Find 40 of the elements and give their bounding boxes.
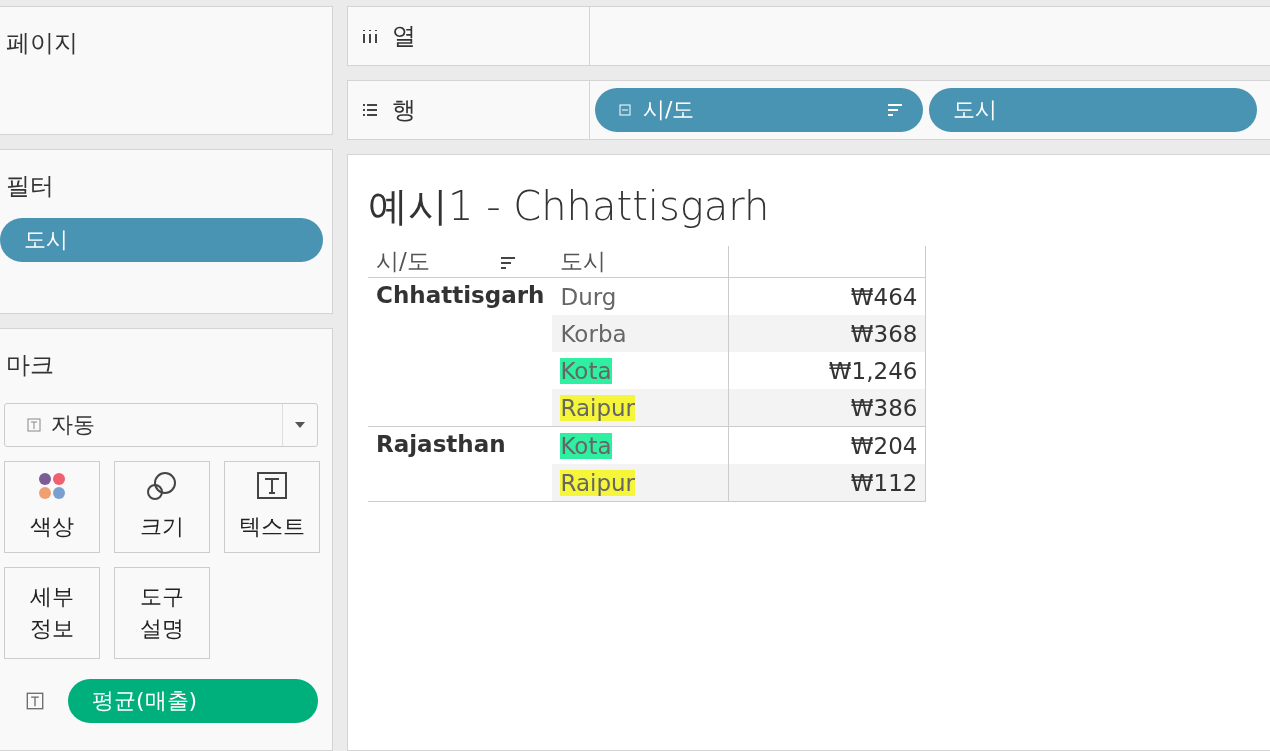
panel-title: 페이지	[5, 28, 78, 59]
view-title: 예시1 - Chhattisgarh	[368, 182, 770, 231]
text-icon	[27, 418, 41, 432]
province-label: Chhattisgarh	[376, 282, 545, 308]
column-header[interactable]: 시/도	[376, 248, 516, 274]
mark-card[interactable]: 색상	[4, 461, 100, 553]
value-cell: ₩464	[850, 283, 918, 310]
city-label: Durg	[560, 283, 617, 310]
caret-icon	[295, 422, 305, 428]
value-cell: ₩368	[850, 320, 918, 347]
circles-icon	[146, 471, 178, 501]
city-label: Raipur	[560, 469, 635, 496]
city-label: Raipur	[560, 394, 635, 421]
value-cell: ₩204	[850, 432, 918, 459]
panel-title: 마크	[5, 350, 54, 381]
column-header[interactable]: 도시	[560, 248, 607, 274]
mark-type-dropdown[interactable]: 자동	[4, 403, 318, 447]
city-label: Korba	[560, 320, 627, 347]
mark-card[interactable]: 세부 정보	[4, 567, 100, 659]
columns-icon	[362, 29, 378, 43]
sort-icon	[887, 104, 903, 116]
value-cell: ₩112	[850, 469, 918, 496]
shelf-label: 열	[392, 21, 416, 52]
city-label: Kota	[560, 432, 612, 459]
sort-icon	[499, 257, 516, 269]
text-icon	[256, 471, 288, 501]
value-cell: ₩386	[850, 394, 918, 421]
value-cell: ₩1,246	[828, 357, 918, 384]
shelf-label: 행	[392, 95, 416, 126]
dropdown-value: 자동	[51, 411, 96, 439]
list-icon	[362, 103, 378, 117]
mark-card[interactable]: 크기	[114, 461, 210, 553]
mark-card[interactable]: 도구 설명	[114, 567, 210, 659]
mark-card[interactable]: 텍스트	[224, 461, 320, 553]
city-label: Kota	[560, 357, 612, 384]
collapse-icon	[619, 104, 631, 116]
panel-title: 필터	[5, 171, 54, 202]
province-label: Rajasthan	[376, 431, 506, 457]
dots-icon	[36, 471, 68, 501]
text-icon	[26, 692, 44, 710]
